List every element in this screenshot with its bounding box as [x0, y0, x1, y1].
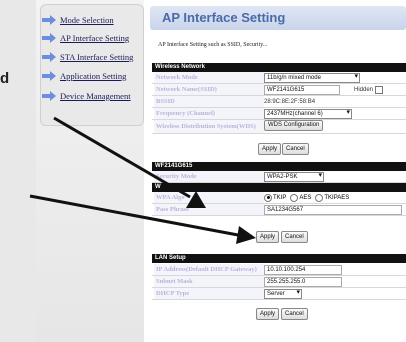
hidden-checkbox[interactable] — [375, 85, 384, 94]
hidden-label: Hidden — [354, 86, 374, 93]
section-header-security: WF2141G615 — [152, 162, 406, 171]
field-label: Security Mode — [154, 171, 264, 182]
sidebar-item-sta-interface[interactable]: STA Interface Setting — [42, 50, 133, 64]
row-dhcp: DHCP Type Server — [152, 288, 406, 300]
subnet-mask-input[interactable]: 255.255.255.0 — [264, 276, 342, 287]
radio-label: TKIPAES — [324, 194, 350, 201]
row-pass-phrase: Pass Phrase SA1234G567 — [152, 204, 406, 216]
sidebar-item-label: Mode Selection — [60, 15, 114, 25]
wireless-cancel-button[interactable]: Cancel — [282, 143, 309, 155]
bssid-value: 28:9C:8E:2F:58:B4 — [264, 98, 316, 105]
field-label: WPA Algo — [154, 192, 264, 203]
lan-cancel-button[interactable]: Cancel — [281, 308, 308, 320]
page-title-bar: AP Interface Setting — [150, 6, 406, 30]
dhcp-type-select[interactable]: Server — [264, 288, 302, 299]
security-mode-select[interactable]: WPA2-PSK — [264, 171, 324, 182]
radio-label: AES — [299, 194, 312, 201]
field-label: IP Address(Default DHCP Gateway) — [154, 264, 264, 275]
security-cancel-button[interactable]: Cancel — [281, 231, 308, 243]
page-title: AP Interface Setting — [162, 10, 286, 25]
row-subnet: Subnet Mask 255.255.255.0 — [152, 276, 406, 288]
radio-tkipaes[interactable] — [315, 193, 324, 202]
radio-label: TKIP — [273, 194, 287, 201]
security-apply-button[interactable]: Apply — [256, 231, 280, 243]
cropped-letter: d — [0, 70, 10, 87]
field-label: Network Name(SSID) — [154, 84, 264, 95]
field-label: BSSID — [154, 96, 264, 107]
sidebar-item-label: Device Management — [60, 91, 131, 101]
sidebar-item-device-management[interactable]: Device Management — [42, 89, 131, 103]
sidebar-item-ap-interface[interactable]: AP Interface Setting — [42, 31, 129, 45]
page-description: AP Interface Setting such as SSID, Secur… — [158, 42, 268, 48]
field-label: Subnet Mask — [154, 276, 264, 287]
row-frequency: Frequency (Channel) 2437MHz(channel 6) — [152, 108, 406, 120]
wireless-apply-button[interactable]: Apply — [258, 143, 282, 155]
row-wpa-algo: WPA Algo TKIP AES TKIPAES — [152, 192, 406, 204]
row-security-mode: Security Mode WPA2-PSK — [152, 171, 406, 183]
network-mode-select[interactable]: 11b/g/n mixed mode — [264, 72, 360, 83]
arrow-right-icon — [42, 71, 56, 81]
sidebar-item-label: Application Setting — [60, 71, 127, 81]
wds-configuration-button[interactable]: WDS Configuration — [264, 120, 324, 131]
field-label: Wireless Distribution System(WDS) — [154, 120, 264, 133]
field-label: DHCP Type — [154, 288, 264, 299]
frequency-select[interactable]: 2437MHz(channel 6) — [264, 108, 352, 119]
sidebar-item-mode-selection[interactable]: Mode Selection — [42, 13, 114, 27]
sidebar-item-application[interactable]: Application Setting — [42, 69, 126, 83]
pass-phrase-input[interactable]: SA1234G567 — [264, 204, 402, 215]
arrow-right-icon — [42, 15, 56, 25]
row-network-mode: Network Mode 11b/g/n mixed mode — [152, 72, 406, 84]
sidebar-item-label: STA Interface Setting — [60, 52, 134, 62]
radio-tkip[interactable] — [264, 193, 272, 202]
ssid-input[interactable]: WF2141G615 — [264, 84, 340, 95]
field-label: Frequency (Channel) — [154, 108, 264, 119]
field-label: Pass Phrase — [154, 204, 264, 215]
row-wds: Wireless Distribution System(WDS) WDS Co… — [152, 120, 406, 134]
row-ssid: Network Name(SSID) WF2141G615 Hidden — [152, 84, 406, 96]
sidebar-item-label: AP Interface Setting — [60, 33, 130, 43]
section-header-wireless: Wireless Network — [152, 63, 406, 72]
radio-aes[interactable] — [290, 193, 299, 202]
main-content: AP Interface Setting AP Interface Settin… — [150, 0, 406, 342]
row-ip: IP Address(Default DHCP Gateway) 10.10.1… — [152, 264, 406, 276]
row-bssid: BSSID 28:9C:8E:2F:58:B4 — [152, 96, 406, 108]
ip-address-input[interactable]: 10.10.100.254 — [264, 264, 342, 275]
section-header-lan: LAN Setup — [152, 254, 406, 263]
lan-apply-button[interactable]: Apply — [256, 308, 280, 320]
section-header-wpa: W — [152, 183, 406, 192]
arrow-right-icon — [42, 91, 56, 101]
field-label: Network Mode — [154, 72, 264, 83]
left-margin — [0, 0, 36, 342]
arrow-right-icon — [42, 52, 56, 62]
arrow-right-icon — [42, 33, 56, 43]
